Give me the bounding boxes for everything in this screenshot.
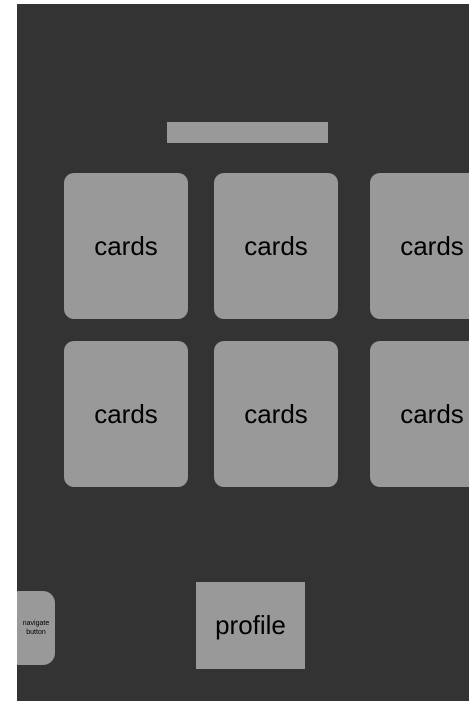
card-4[interactable]: cards xyxy=(64,341,188,487)
profile-button[interactable]: profile xyxy=(196,582,305,669)
navigate-button-label: navigate button xyxy=(22,620,50,636)
card-label: cards xyxy=(94,398,158,429)
card-5[interactable]: cards xyxy=(214,341,338,487)
card-label: cards xyxy=(244,398,308,429)
navigate-button[interactable]: navigate button xyxy=(17,591,55,665)
profile-button-label: profile xyxy=(215,610,286,640)
card-label: cards xyxy=(400,230,464,261)
card-label: cards xyxy=(400,398,464,429)
card-label: cards xyxy=(94,230,158,261)
app-screen: cards cards cards cards cards cards navi… xyxy=(17,4,469,701)
card-1[interactable]: cards xyxy=(64,173,188,319)
title-placeholder-bar xyxy=(167,122,328,143)
card-2[interactable]: cards xyxy=(214,173,338,319)
card-3[interactable]: cards xyxy=(370,173,469,319)
card-label: cards xyxy=(244,230,308,261)
card-6[interactable]: cards xyxy=(370,341,469,487)
